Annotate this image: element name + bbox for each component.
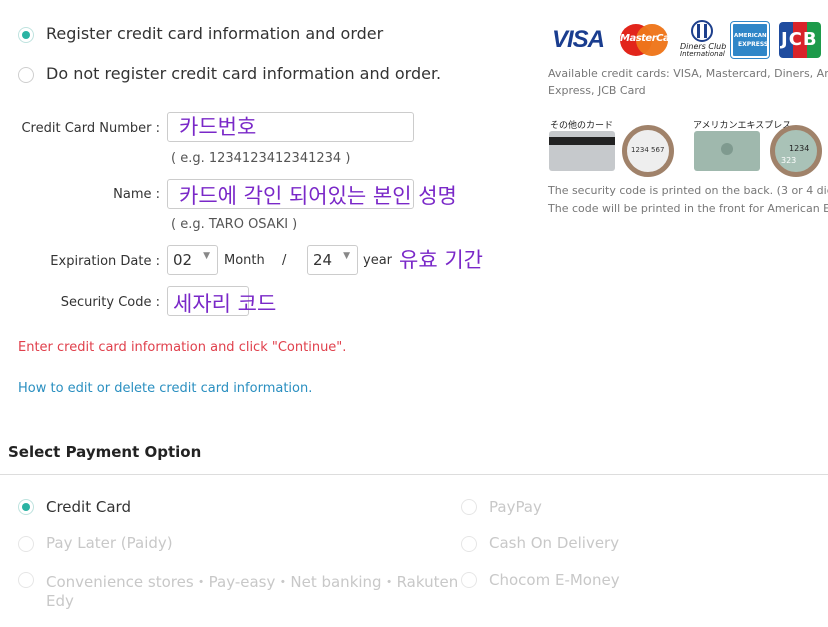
other-card-caption: その他のカード — [550, 121, 614, 131]
payment-convenience-radio[interactable] — [18, 572, 34, 588]
year-unit: year — [363, 253, 393, 268]
expiration-label: Expiration Date : — [50, 254, 160, 269]
payment-paypay-label[interactable]: PayPay — [489, 498, 542, 516]
payment-paidy-label[interactable]: Pay Later (Paidy) — [46, 534, 173, 552]
security-note-line1: The security code is printed on the back… — [548, 184, 828, 197]
card-number-annotation: 카드번호 — [179, 115, 257, 139]
no-register-card-label[interactable]: Do not register credit card information … — [46, 64, 441, 83]
register-card-label[interactable]: Register credit card information and ord… — [46, 24, 383, 43]
other-card-zoom: 1234 567 — [622, 125, 674, 177]
edit-card-info-link[interactable]: How to edit or delete credit card inform… — [18, 381, 312, 396]
payment-cod-radio[interactable] — [461, 536, 477, 552]
name-label: Name : — [113, 187, 160, 202]
name-hint: ( e.g. TARO OSAKI ) — [171, 217, 298, 232]
amex-card-zoom: 1234 323 — [770, 125, 822, 177]
visa-logo-text: VISA — [552, 26, 605, 53]
payment-convenience-label[interactable]: Convenience stores・Pay-easy・Net banking・… — [46, 571, 458, 592]
card-number-label: Credit Card Number : — [21, 121, 160, 136]
amex-logo-line2: EXPRESS — [738, 41, 769, 48]
visa-logo: VISA — [548, 22, 608, 58]
payment-credit-card-radio[interactable] — [18, 499, 34, 515]
date-separator: / — [282, 253, 287, 268]
payment-section-title: Select Payment Option — [8, 443, 202, 461]
no-register-card-radio[interactable] — [18, 67, 34, 83]
payment-paypay-radio[interactable] — [461, 499, 477, 515]
diners-logo-line2: International — [680, 50, 725, 58]
jcb-logo-text: JCB — [781, 29, 818, 50]
amex-logo: AMERICAN EXPRESS — [730, 21, 770, 59]
amex-card-code2: 323 — [781, 156, 797, 165]
payment-credit-card-label[interactable]: Credit Card — [46, 498, 131, 516]
mastercard-logo-text: MasterCard — [620, 33, 681, 44]
name-annotation: 카드에 각인 되어있는 본인 성명 — [179, 184, 457, 208]
card-number-hint: ( e.g. 1234123412341234 ) — [171, 151, 351, 166]
expiration-annotation: 유효 기간 — [399, 248, 483, 272]
available-cards-line2: Express, JCB Card — [548, 84, 646, 97]
amex-centurion-icon — [721, 143, 733, 155]
payment-chocom-radio[interactable] — [461, 572, 477, 588]
register-card-radio[interactable] — [18, 27, 34, 43]
chevron-down-icon: ▼ — [203, 251, 210, 261]
security-note-line2: The code will be printed in the front fo… — [548, 202, 828, 215]
error-message: Enter credit card information and click … — [18, 340, 347, 355]
month-value: 02 — [173, 251, 193, 269]
amex-card-illustration — [694, 131, 760, 171]
diners-emblem-icon — [691, 20, 713, 42]
magnetic-stripe — [549, 137, 615, 145]
amex-card-code: 1234 — [789, 144, 810, 153]
other-card-illustration — [549, 131, 615, 171]
amex-logo-line1: AMERICAN — [734, 33, 767, 39]
section-divider — [0, 474, 828, 475]
month-unit: Month — [224, 253, 265, 268]
jcb-logo: JCB — [779, 22, 821, 58]
month-select[interactable]: 02 ▼ — [167, 245, 218, 275]
mastercard-logo: MasterCard — [618, 22, 681, 58]
chevron-down-icon: ▼ — [343, 251, 350, 261]
payment-cod-label[interactable]: Cash On Delivery — [489, 534, 619, 552]
diners-logo: Diners Club International — [678, 20, 726, 58]
payment-paidy-radio[interactable] — [18, 536, 34, 552]
payment-chocom-label[interactable]: Chocom E-Money — [489, 571, 620, 589]
other-card-code: 1234 567 — [631, 146, 665, 154]
year-value: 24 — [313, 251, 333, 269]
amex-card-caption: アメリカンエキスプレス — [693, 121, 792, 131]
security-code-label: Security Code : — [60, 295, 160, 310]
year-select[interactable]: 24 ▼ — [307, 245, 358, 275]
security-code-annotation: 세자리 코드 — [173, 292, 277, 316]
payment-convenience-label-2[interactable]: Edy — [46, 592, 74, 610]
available-cards-line1: Available credit cards: VISA, Mastercard… — [548, 67, 828, 80]
